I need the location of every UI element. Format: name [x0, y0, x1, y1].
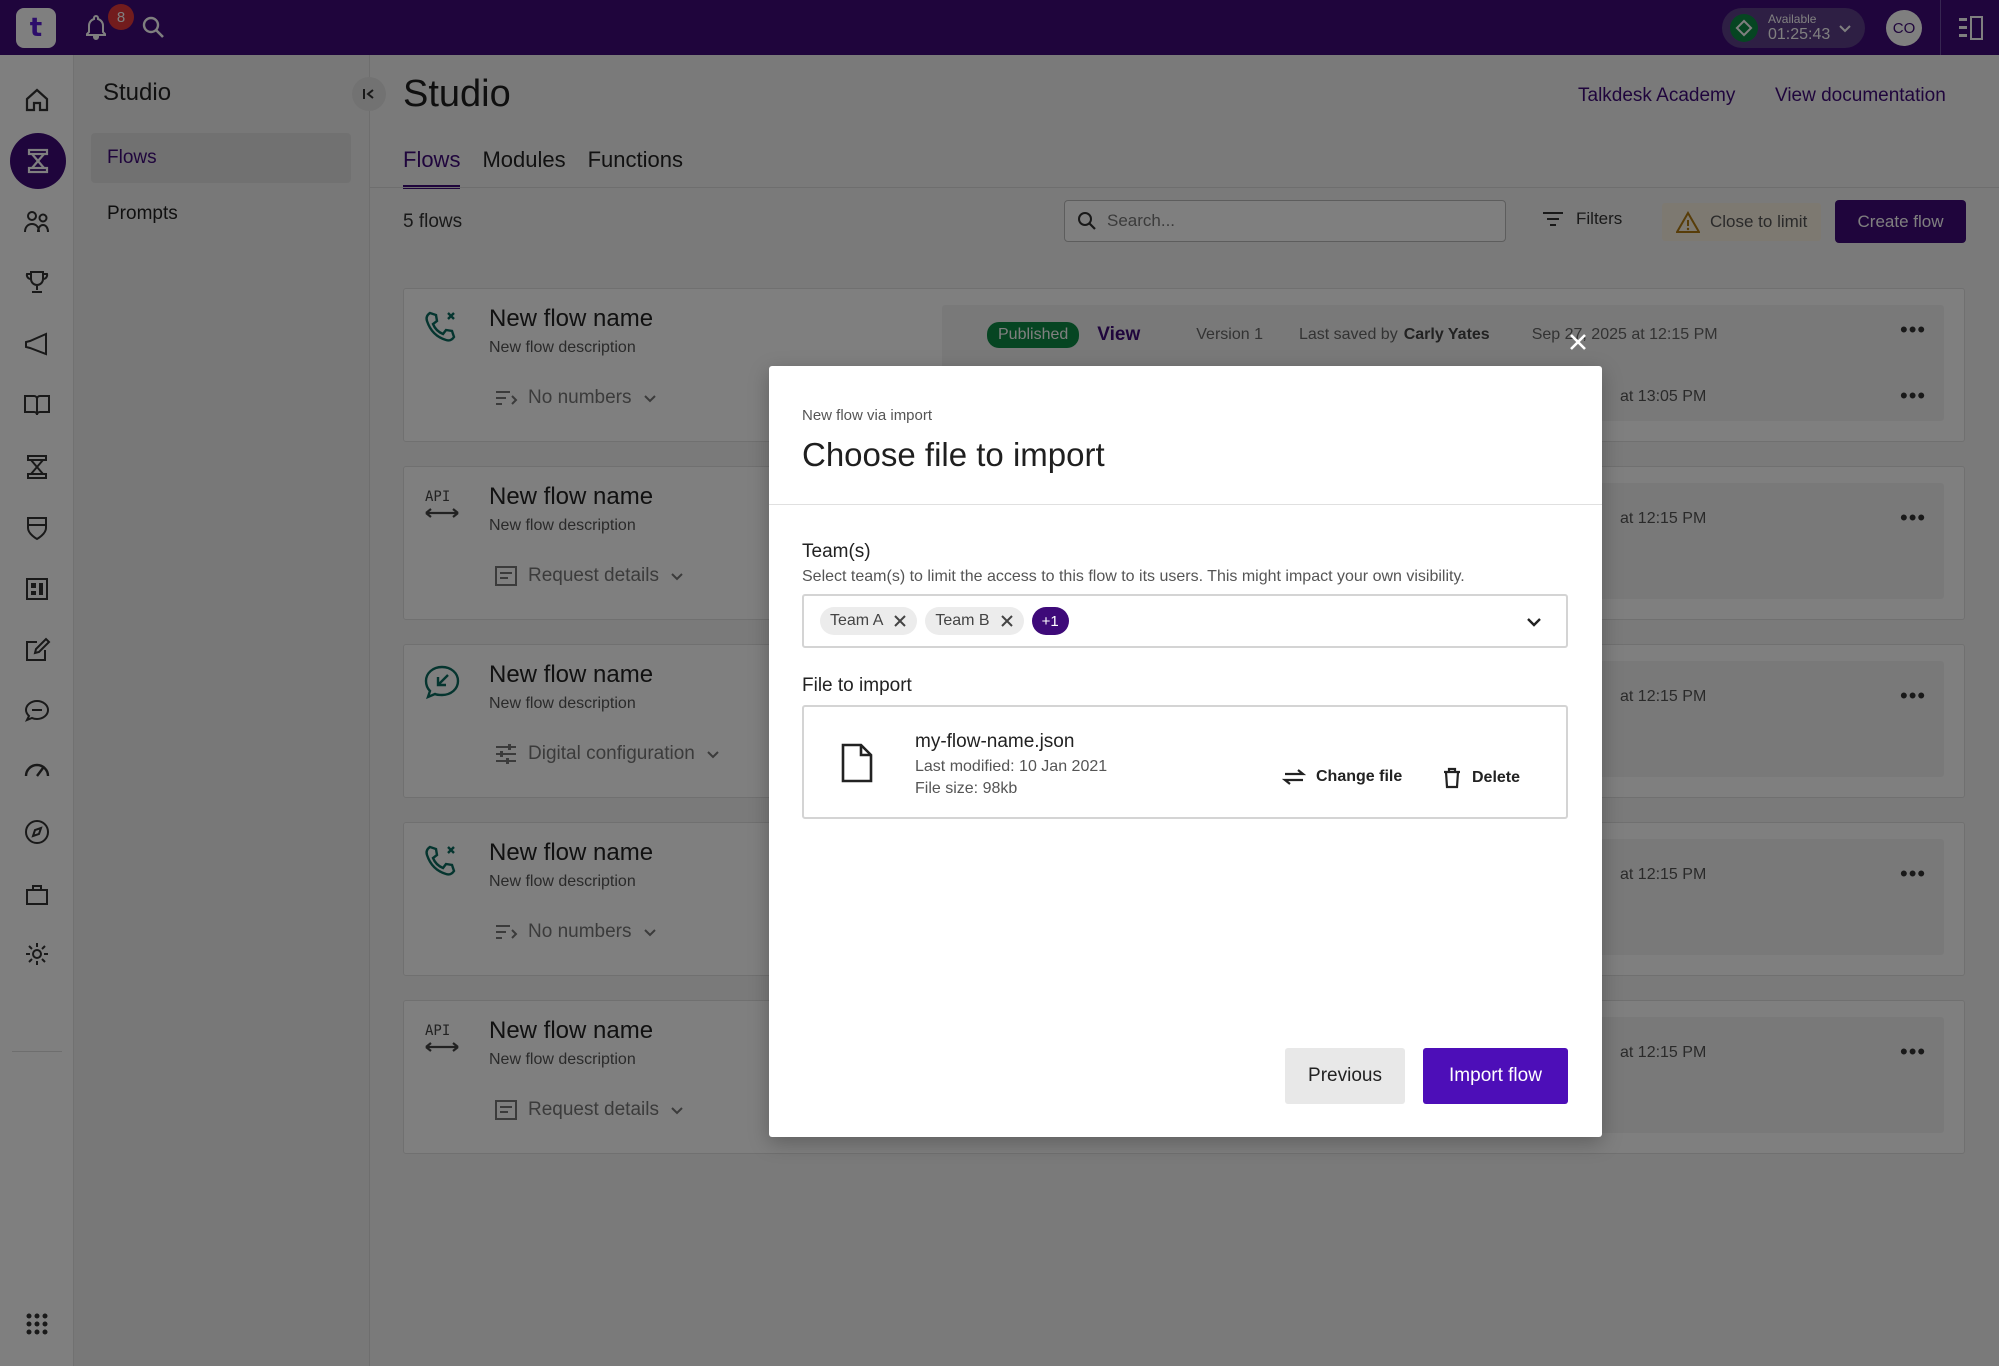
trash-icon — [1444, 767, 1460, 789]
teams-select[interactable]: Team A Team B +1 — [802, 594, 1568, 648]
teams-label: Team(s) — [802, 541, 871, 562]
import-flow-button[interactable]: Import flow — [1423, 1048, 1568, 1104]
teams-help-text: Select team(s) to limit the access to th… — [802, 568, 1465, 585]
modal-title: Choose file to import — [802, 436, 1105, 473]
team-chip-label: Team A — [830, 612, 884, 629]
file-to-import-label: File to import — [802, 675, 912, 696]
more-teams-badge[interactable]: +1 — [1031, 607, 1069, 635]
swap-icon — [1282, 769, 1306, 785]
delete-label: Delete — [1472, 769, 1521, 786]
chevron-down-icon[interactable] — [1524, 612, 1544, 632]
team-chip: Team A — [820, 607, 918, 635]
remove-chip-icon[interactable] — [1000, 614, 1014, 628]
file-card: my-flow-name.json Last modified: 10 Jan … — [802, 705, 1568, 819]
close-icon[interactable] — [1564, 328, 1592, 356]
delete-file-button[interactable]: Delete — [1442, 767, 1520, 789]
file-name: my-flow-name.json — [915, 731, 1075, 752]
team-chip-label: Team B — [935, 612, 990, 629]
file-size: File size: 98kb — [915, 780, 1018, 797]
file-icon — [841, 743, 873, 783]
remove-chip-icon[interactable] — [893, 614, 907, 628]
modal-eyebrow: New flow via import — [802, 407, 933, 424]
file-modified: Last modified: 10 Jan 2021 — [915, 758, 1108, 775]
team-chip: Team B — [925, 607, 1024, 635]
modal-divider — [769, 504, 1602, 505]
change-file-label: Change file — [1316, 768, 1403, 785]
change-file-button[interactable]: Change file — [1282, 767, 1402, 787]
previous-button[interactable]: Previous — [1285, 1048, 1405, 1104]
import-flow-modal: New flow via import Choose file to impor… — [769, 334, 1602, 1137]
